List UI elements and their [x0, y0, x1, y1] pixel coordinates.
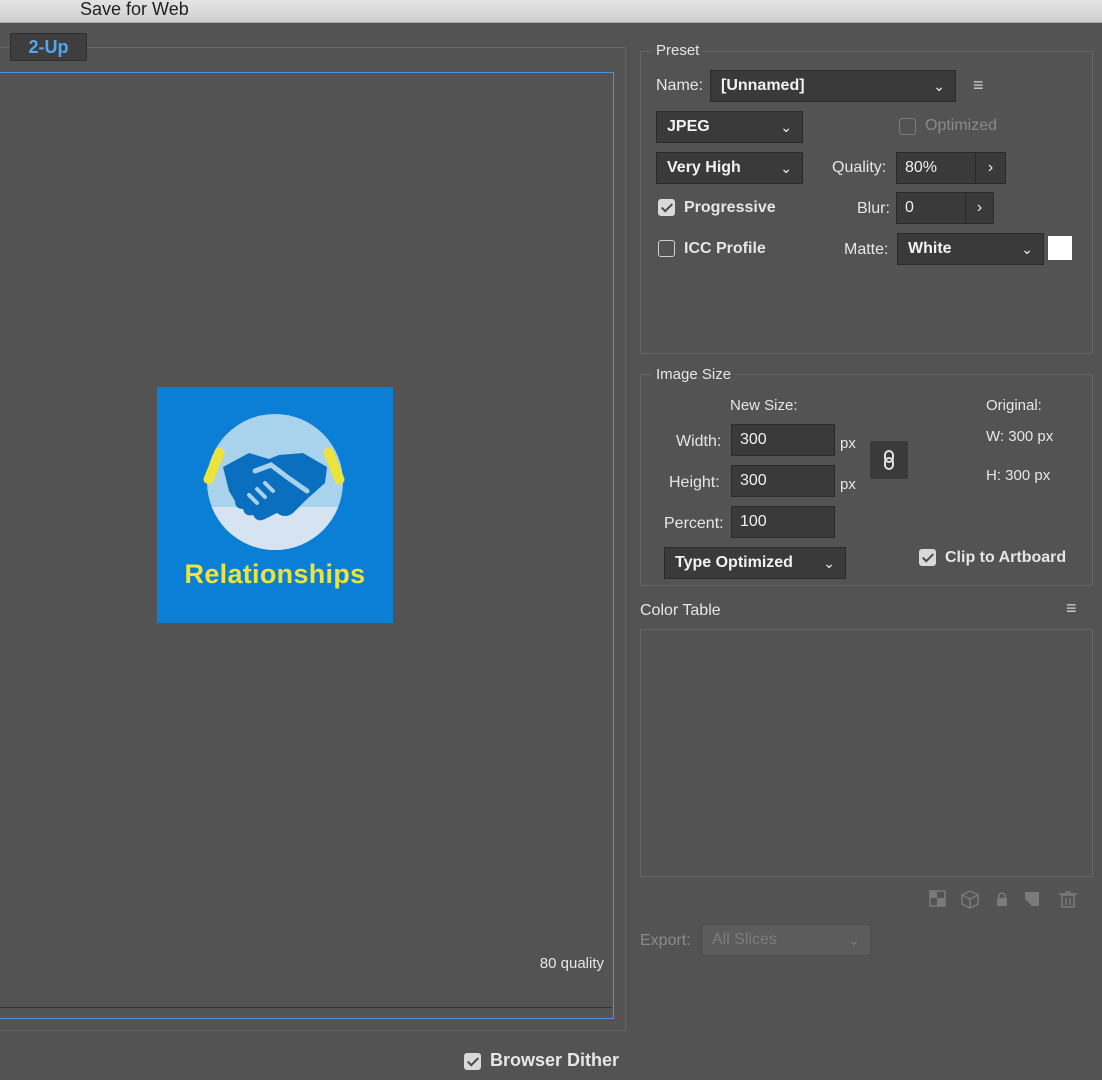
compression-value: Very High	[667, 159, 741, 176]
preset-menu-icon[interactable]: ≡	[973, 75, 984, 96]
chevron-down-icon: ⌄	[848, 932, 860, 948]
export-value: All Slices	[712, 931, 777, 948]
matte-color-swatch[interactable]	[1048, 236, 1072, 260]
original-width: W: 300 px	[986, 428, 1054, 445]
preset-title: Preset	[652, 42, 704, 59]
tab-divider	[88, 47, 625, 48]
color-table-tools	[928, 889, 1088, 914]
chevron-down-icon: ⌄	[780, 160, 792, 176]
browser-dither-label: Browser Dither	[490, 1050, 620, 1070]
tab-2-up[interactable]: 2-Up	[10, 33, 87, 61]
map-transparency-icon[interactable]	[929, 890, 946, 907]
quality-input[interactable]: 80%	[896, 152, 976, 184]
clip-to-artboard-checkbox[interactable]	[919, 549, 936, 566]
new-size-label: New Size:	[730, 397, 798, 414]
chain-link-icon	[884, 450, 894, 470]
quality-label: Quality:	[832, 159, 887, 176]
preset-name-value: [Unnamed]	[721, 77, 805, 94]
browser-dither-checkbox[interactable]	[464, 1053, 481, 1070]
artwork-preview: Relationships	[157, 387, 393, 623]
progressive-checkbox[interactable]	[658, 199, 675, 216]
percent-label: Percent:	[664, 515, 724, 532]
quality-slider-button[interactable]: ›	[975, 152, 1006, 184]
artwork-text: Relationships	[184, 559, 366, 589]
color-table-grid[interactable]	[640, 629, 1093, 877]
matte-select[interactable]: White ⌄	[897, 233, 1044, 265]
blur-input[interactable]: 0	[896, 192, 966, 224]
window-titlebar: Save for Web	[0, 0, 1102, 23]
height-input[interactable]: 300	[731, 465, 835, 497]
height-label: Height:	[669, 474, 720, 491]
optimized-checkbox[interactable]	[899, 118, 916, 135]
optimized-label: Optimized	[925, 117, 998, 134]
web-safe-cube-icon[interactable]	[961, 890, 979, 909]
icc-profile-checkbox[interactable]	[658, 240, 675, 257]
chevron-down-icon: ⌄	[780, 119, 792, 135]
export-label: Export:	[640, 932, 691, 949]
width-label: Width:	[676, 433, 722, 450]
chevron-down-icon: ⌄	[1021, 241, 1033, 257]
chevron-down-icon: ⌄	[823, 555, 835, 571]
export-select[interactable]: All Slices ⌄	[701, 924, 871, 956]
percent-input[interactable]: 100	[731, 506, 835, 538]
window-title: Save for Web	[80, 0, 189, 19]
width-input[interactable]: 300	[731, 424, 835, 456]
compression-select[interactable]: Very High ⌄	[656, 152, 803, 184]
format-select[interactable]: JPEG ⌄	[656, 111, 803, 143]
format-value: JPEG	[667, 118, 710, 135]
new-color-icon[interactable]	[1025, 892, 1039, 906]
progressive-label: Progressive	[684, 199, 776, 216]
blur-slider-button[interactable]: ›	[965, 192, 994, 224]
resample-value: Type Optimized	[675, 554, 793, 571]
preview-quality-caption: 80 quality	[539, 955, 604, 972]
blur-label: Blur:	[857, 200, 890, 217]
lock-color-icon[interactable]	[997, 892, 1007, 906]
original-height: H: 300 px	[986, 467, 1051, 484]
trash-icon[interactable]	[1059, 891, 1077, 908]
width-unit: px	[840, 435, 856, 452]
matte-value: White	[908, 240, 952, 257]
height-unit: px	[840, 476, 856, 493]
preset-name-label: Name:	[656, 77, 704, 94]
clip-to-artboard-label: Clip to Artboard	[945, 549, 1067, 566]
original-label: Original:	[986, 397, 1042, 414]
chevron-down-icon: ⌄	[933, 78, 945, 94]
matte-label: Matte:	[844, 241, 889, 258]
image-size-title: Image Size	[652, 366, 736, 383]
preview-divider	[0, 1007, 612, 1008]
icc-profile-label: ICC Profile	[684, 240, 766, 257]
constrain-proportions-button[interactable]	[870, 441, 908, 479]
color-table-title: Color Table	[640, 602, 721, 619]
resample-select[interactable]: Type Optimized ⌄	[664, 547, 846, 579]
color-table-menu-icon[interactable]: ≡	[1066, 598, 1077, 619]
preset-name-select[interactable]: [Unnamed] ⌄	[710, 70, 956, 102]
